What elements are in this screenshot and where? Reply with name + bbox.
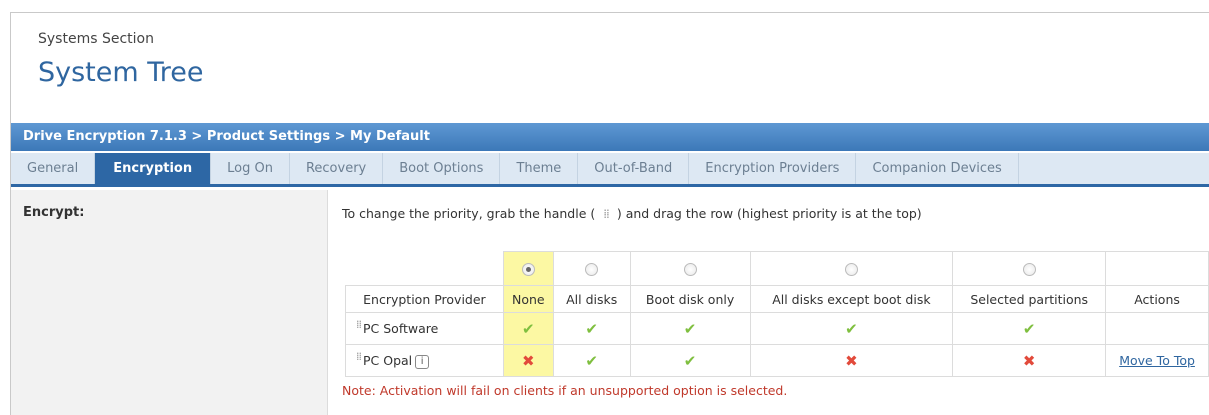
radio-selected-partitions[interactable] [1022,263,1036,276]
cross-icon: ✖ [522,351,535,370]
column-header-all-except-boot: All disks except boot disk [749,285,954,313]
table-row[interactable]: ⁞⁞ PC Software ✔ ✔ ✔ ✔ ✔ [345,312,1209,345]
provider-cell: ⁞⁞ PC Software [345,312,504,345]
support-cell-all-except-boot: ✔ [749,312,954,345]
instruction-text-end: ) and drag the row (highest priority is … [616,206,922,221]
label-column: Encrypt: [11,190,328,415]
radio-all-disks-cell [552,251,631,286]
tab-out-of-band[interactable]: Out-of-Band [578,153,690,184]
check-icon: ✔ [683,319,697,338]
tab-boot-options[interactable]: Boot Options [383,153,501,184]
check-icon: ✔ [683,351,697,370]
activation-warning-note: Note: Activation will fail on clients if… [342,383,788,398]
tab-companion-devices[interactable]: Companion Devices [856,153,1019,184]
radio-all-disks[interactable] [585,263,599,276]
drag-handle-icon: ⁞⁞ [603,207,610,221]
encrypt-label: Encrypt: [23,205,85,220]
support-cell-boot-disk-only: ✔ [629,312,751,345]
column-header-selected-partitions: Selected partitions [952,285,1107,313]
support-cell-none: ✔ [502,312,554,345]
support-cell-all-disks: ✔ [552,312,631,345]
cross-icon: ✖ [845,351,858,370]
check-icon: ✔ [845,319,858,338]
page-header: Systems Section System Tree [38,30,204,90]
tab-bar: General Encryption Log On Recovery Boot … [11,153,1209,187]
radio-none[interactable] [521,263,535,276]
column-header-none: None [502,285,554,313]
radio-all-except-boot[interactable] [844,263,858,276]
option-radio-row [346,251,1209,286]
priority-instruction: To change the priority, grab the handle … [342,206,922,221]
radio-none-cell [502,251,554,286]
radio-boot-disk-only-cell [629,251,751,286]
check-icon: ✔ [585,319,598,338]
support-cell-none: ✖ [502,344,554,377]
top-divider [10,12,1209,13]
move-to-top-link[interactable]: Move To Top [1119,353,1195,368]
support-cell-all-disks: ✔ [552,344,631,377]
column-header-provider: Encryption Provider [345,285,504,313]
tab-encryption-providers[interactable]: Encryption Providers [689,153,857,184]
provider-name: PC Software [363,321,439,336]
drag-handle-icon[interactable]: ⁞⁞ [356,350,362,363]
tab-general[interactable]: General [11,153,96,184]
support-cell-boot-disk-only: ✔ [629,344,751,377]
page-title: System Tree [38,57,204,88]
cross-icon: ✖ [1022,351,1036,370]
check-icon: ✔ [1022,319,1036,338]
actions-cell [1105,312,1209,345]
tab-theme[interactable]: Theme [500,153,579,184]
info-icon[interactable]: i [415,354,430,369]
radio-boot-disk-only[interactable] [683,263,697,276]
radio-row-spacer [346,252,504,286]
provider-cell: ⁞⁞ PC Opal i [345,344,504,377]
actions-cell: Move To Top [1105,344,1209,377]
check-icon: ✔ [522,319,535,338]
radio-selected-partitions-cell [952,251,1107,286]
radio-all-except-boot-cell [749,251,954,286]
table-row[interactable]: ⁞⁞ PC Opal i ✖ ✔ ✔ ✖ ✖ Move To Top [345,344,1209,377]
policy-breadcrumb: Drive Encryption 7.1.3 > Product Setting… [11,123,1209,151]
drag-handle-icon[interactable]: ⁞⁞ [356,318,362,331]
check-icon: ✔ [585,351,598,370]
instruction-text-start: To change the priority, grab the handle … [342,206,596,221]
support-cell-selected-partitions: ✔ [952,312,1107,345]
tab-encryption[interactable]: Encryption [95,153,212,184]
tab-log-on[interactable]: Log On [211,153,290,184]
encryption-options-table: Encryption Provider None All disks Boot … [345,251,1209,377]
column-header-actions: Actions [1105,285,1209,313]
radio-row-actions-spacer [1105,251,1209,286]
section-label: Systems Section [38,31,154,47]
provider-name: PC Opal [363,352,413,368]
column-header-boot-disk-only: Boot disk only [629,285,751,313]
tab-recovery[interactable]: Recovery [290,153,384,184]
support-cell-selected-partitions: ✖ [952,344,1107,377]
column-header-all-disks: All disks [552,285,631,313]
table-header-row: Encryption Provider None All disks Boot … [345,285,1209,313]
support-cell-all-except-boot: ✖ [749,344,954,377]
